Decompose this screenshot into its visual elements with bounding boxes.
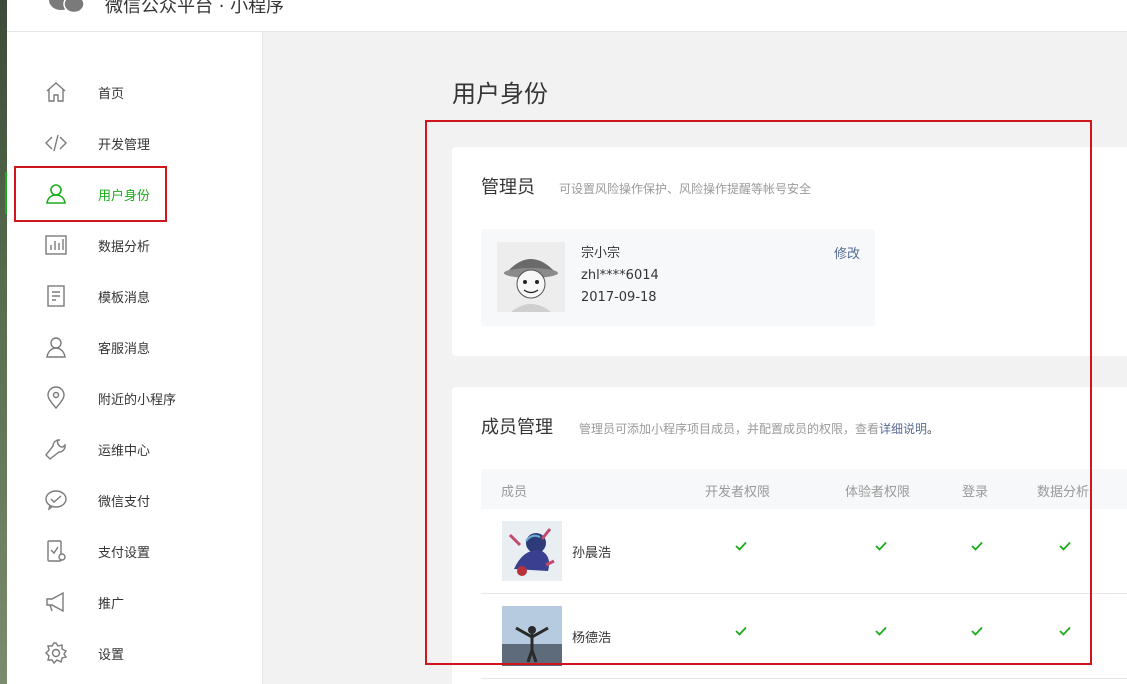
table-row: 杨德浩 — [481, 594, 1127, 679]
gear-icon — [43, 640, 69, 666]
admin-info-box: 宗小宗 zhl****6014 2017-09-18 修改 — [481, 229, 875, 326]
sidebar-item-label: 首页 — [98, 86, 125, 102]
developer-permission-check-icon — [735, 626, 747, 636]
sidebar-item-home[interactable]: 首页 — [7, 72, 263, 112]
sidebar-item-wechat-pay[interactable]: 微信支付 — [7, 480, 263, 520]
sidebar-item-nearby-miniprograms[interactable]: 附近的小程序 — [7, 378, 263, 418]
login-permission-check-icon — [971, 541, 983, 551]
admin-card: 管理员 可设置风险操作保护、风险操作提醒等帐号安全 宗小宗 zhl****601… — [452, 147, 1127, 356]
sidebar-item-label: 支付设置 — [98, 545, 151, 561]
admin-details: 宗小宗 zhl****6014 2017-09-18 — [581, 243, 659, 309]
members-subtitle: 管理员可添加小程序项目成员，并配置成员的权限，查看详细说明。 — [579, 420, 939, 437]
desktop-edge — [0, 0, 9, 684]
sidebar-item-label: 数据分析 — [98, 239, 151, 255]
data-analysis-permission-check-icon — [1059, 626, 1071, 636]
bar-chart-icon — [43, 232, 69, 258]
column-developer: 开发者权限 — [705, 485, 771, 500]
sidebar: 首页 开发管理 用户身份 数据分析 模板消息 客服消息 附近的小程序 运维中心 … — [7, 32, 263, 684]
sidebar-item-label: 开发管理 — [98, 137, 151, 153]
main-content: 用户身份 管理员 可设置风险操作保护、风险操作提醒等帐号安全 宗小宗 zhl**… — [264, 32, 1127, 684]
tester-permission-check-icon — [875, 541, 887, 551]
admin-name: 宗小宗 — [581, 246, 621, 261]
admin-subtitle: 可设置风险操作保护、风险操作提醒等帐号安全 — [559, 182, 812, 196]
members-card: 成员管理 管理员可添加小程序项目成员，并配置成员的权限，查看详细说明。 成员 开… — [452, 387, 1127, 684]
details-link[interactable]: 详细说明 — [879, 422, 927, 436]
page-title: 用户身份 — [452, 80, 548, 108]
column-data-analysis: 数据分析 — [1037, 485, 1090, 500]
home-icon — [43, 79, 69, 105]
column-tester: 体验者权限 — [845, 485, 911, 500]
column-member: 成员 — [501, 485, 528, 500]
edit-admin-link[interactable]: 修改 — [834, 243, 860, 262]
document-icon — [43, 283, 69, 309]
customer-service-icon — [43, 334, 69, 360]
admin-heading: 管理员 — [481, 177, 535, 198]
login-permission-check-icon — [971, 626, 983, 636]
sidebar-item-label: 客服消息 — [98, 341, 151, 357]
megaphone-icon — [43, 589, 69, 615]
members-heading: 成员管理 — [481, 417, 553, 438]
admin-account: zhl****6014 — [581, 268, 659, 283]
sidebar-item-customer-service[interactable]: 客服消息 — [7, 327, 263, 367]
platform-title: 微信公众平台 · 小程序 — [105, 0, 285, 17]
admin-date: 2017-09-18 — [581, 290, 657, 305]
members-table-header: 成员 开发者权限 体验者权限 登录 数据分析 — [481, 469, 1127, 509]
sidebar-item-payment-settings[interactable]: 支付设置 — [7, 531, 263, 571]
sidebar-item-label: 设置 — [98, 647, 125, 663]
avatar — [497, 242, 565, 312]
avatar — [502, 606, 562, 666]
location-pin-icon — [43, 385, 69, 411]
sidebar-item-promotion[interactable]: 推广 — [7, 582, 263, 622]
sidebar-item-label: 附近的小程序 — [98, 392, 177, 408]
avatar — [502, 521, 562, 581]
sidebar-item-label: 微信支付 — [98, 494, 151, 510]
sidebar-item-ops-center[interactable]: 运维中心 — [7, 429, 263, 469]
table-row: 孙晨浩 — [481, 509, 1127, 594]
selection-highlight — [14, 166, 167, 222]
payment-settings-icon — [43, 538, 69, 564]
developer-permission-check-icon — [735, 541, 747, 551]
member-name: 杨德浩 — [572, 631, 612, 646]
sidebar-item-label: 模板消息 — [98, 290, 151, 306]
code-icon — [43, 130, 69, 156]
top-bar: 微信公众平台 · 小程序 — [7, 0, 1127, 32]
sidebar-item-template-messages[interactable]: 模板消息 — [7, 276, 263, 316]
payment-icon — [43, 487, 69, 513]
members-subtitle-text: 管理员可添加小程序项目成员，并配置成员的权限，查看 — [579, 422, 880, 436]
sidebar-item-label: 推广 — [98, 596, 125, 612]
data-analysis-permission-check-icon — [1059, 541, 1071, 551]
tester-permission-check-icon — [875, 626, 887, 636]
members-card-header: 成员管理 管理员可添加小程序项目成员，并配置成员的权限，查看详细说明。 — [481, 413, 939, 439]
wechat-logo-icon — [47, 0, 87, 14]
sidebar-item-development[interactable]: 开发管理 — [7, 123, 263, 163]
admin-card-header: 管理员 可设置风险操作保护、风险操作提醒等帐号安全 — [481, 173, 811, 199]
sidebar-item-data-analysis[interactable]: 数据分析 — [7, 225, 263, 265]
member-name: 孙晨浩 — [572, 546, 612, 561]
members-subtitle-end: 。 — [927, 422, 940, 436]
sidebar-item-label: 运维中心 — [98, 443, 151, 459]
sidebar-item-settings[interactable]: 设置 — [7, 633, 263, 673]
column-login: 登录 — [962, 485, 989, 500]
wrench-icon — [43, 436, 69, 462]
